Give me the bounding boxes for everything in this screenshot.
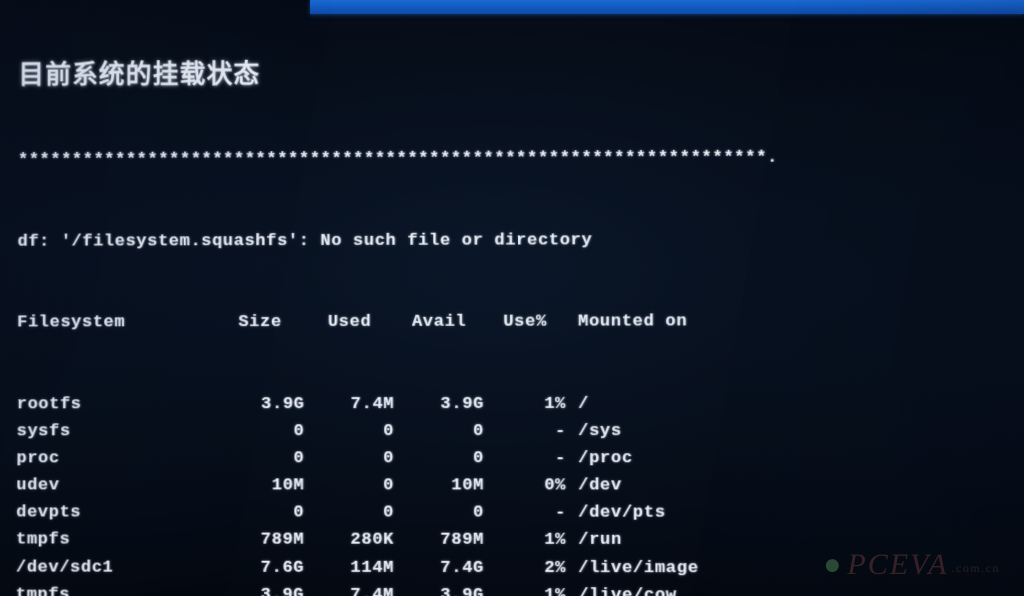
df-error: df: '/filesystem.squashfs': No such file…	[17, 226, 1015, 256]
terminal-output: 目前系统的挂载状态 ******************************…	[14, 5, 1020, 596]
watermark: ●PCEVA.com.cn	[823, 548, 1000, 582]
cell-size: 7.6G	[214, 554, 304, 581]
cell-size: 3.9G	[214, 582, 304, 596]
watermark-suffix: .com.cn	[952, 561, 1001, 575]
cell-used: 280K	[304, 527, 394, 554]
cell-avail: 789M	[394, 527, 484, 554]
table-row: proc000-/proc	[16, 445, 1016, 473]
cell-filesystem: sysfs	[17, 418, 215, 445]
col-avail: Avail	[394, 309, 484, 336]
table-row: devpts000-/dev/pts	[16, 500, 1017, 528]
table-row: sysfs000-/sys	[17, 417, 1017, 445]
cell-usepct: -	[484, 418, 566, 445]
cell-mount: /	[566, 390, 589, 417]
cell-size: 789M	[215, 527, 305, 554]
table-row: rootfs3.9G7.4M3.9G1%/	[17, 390, 1017, 418]
cell-mount: /live/cow	[566, 582, 677, 596]
cell-avail: 0	[394, 445, 484, 472]
cell-used: 114M	[304, 554, 394, 581]
col-mounted: Mounted on	[566, 308, 687, 335]
cell-filesystem: udev	[16, 472, 215, 499]
cell-mount: /live/image	[566, 554, 699, 582]
col-used: Used	[305, 309, 395, 336]
cell-avail: 7.4G	[394, 554, 484, 581]
cell-used: 0	[304, 500, 394, 527]
cell-mount: /dev	[566, 472, 622, 499]
cell-mount: /run	[566, 527, 622, 554]
cell-filesystem: /dev/sdc1	[16, 554, 215, 581]
cell-usepct: 2%	[484, 554, 566, 581]
cell-used: 0	[304, 445, 394, 472]
divider: ****************************************…	[18, 144, 1015, 174]
cell-avail: 10M	[394, 472, 484, 499]
cell-filesystem: devpts	[16, 500, 215, 527]
cell-usepct: -	[484, 445, 566, 472]
cell-mount: /proc	[566, 445, 633, 472]
col-usepct: Use%	[484, 309, 566, 336]
cell-usepct: 0%	[484, 472, 566, 499]
table-row: udev10M010M0%/dev	[16, 472, 1017, 499]
cell-used: 0	[304, 472, 394, 499]
cell-size: 0	[215, 500, 305, 527]
cell-size: 0	[215, 445, 305, 472]
col-filesystem: Filesystem	[17, 309, 215, 336]
cell-avail: 3.9G	[394, 390, 484, 417]
cell-usepct: 1%	[484, 527, 566, 554]
cell-avail: 3.9G	[394, 582, 484, 596]
cell-filesystem: tmpfs	[16, 581, 215, 596]
section-header: 目前系统的挂载状态	[18, 60, 1014, 91]
cell-used: 7.4M	[305, 391, 395, 418]
cell-mount: /sys	[566, 418, 622, 445]
col-size: Size	[215, 309, 304, 336]
watermark-brand: PCEVA	[847, 548, 948, 581]
cell-filesystem: proc	[16, 445, 215, 472]
cell-used: 7.4M	[304, 582, 394, 596]
cell-avail: 0	[394, 418, 484, 445]
cell-used: 0	[304, 418, 394, 445]
cell-usepct: 1%	[484, 390, 566, 417]
table-row: tmpfs3.9G7.4M3.9G1%/live/cow	[16, 581, 1018, 596]
cell-size: 10M	[215, 472, 305, 499]
cell-avail: 0	[394, 500, 484, 527]
cell-filesystem: tmpfs	[16, 527, 215, 554]
df-header: FilesystemSizeUsedAvailUse%Mounted on	[17, 308, 1016, 337]
cell-filesystem: rootfs	[17, 391, 215, 418]
cell-mount: /dev/pts	[566, 500, 666, 527]
cell-size: 0	[215, 418, 305, 445]
cell-usepct: -	[484, 500, 566, 527]
cell-usepct: 1%	[484, 582, 566, 596]
cell-size: 3.9G	[215, 391, 305, 418]
